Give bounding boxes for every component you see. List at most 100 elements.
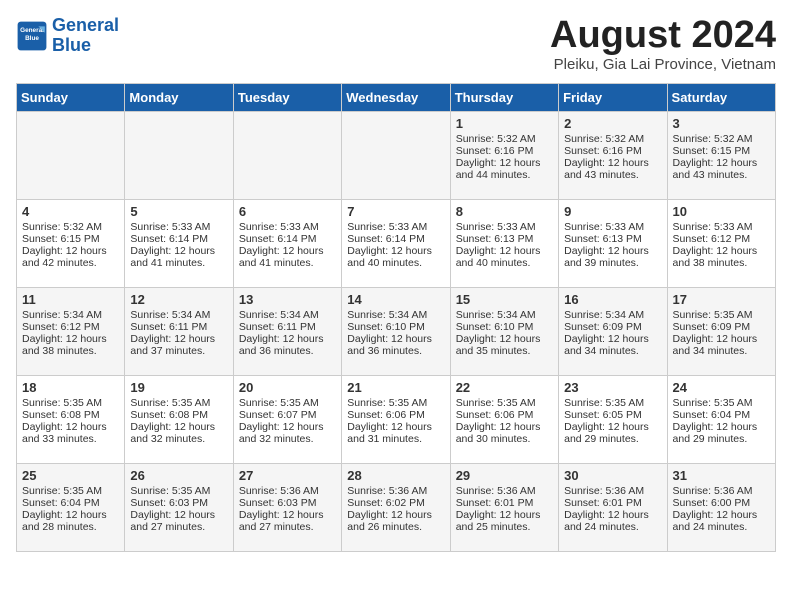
calendar-cell: 11Sunrise: 5:34 AMSunset: 6:12 PMDayligh… xyxy=(17,288,125,376)
sunset-text: Sunset: 6:14 PM xyxy=(347,233,444,245)
sunset-text: Sunset: 6:15 PM xyxy=(673,145,770,157)
weekday-header-wednesday: Wednesday xyxy=(342,84,450,112)
calendar-cell: 31Sunrise: 5:36 AMSunset: 6:00 PMDayligh… xyxy=(667,464,775,552)
daylight-text: Daylight: 12 hours and 24 minutes. xyxy=(564,509,661,533)
daylight-text: Daylight: 12 hours and 34 minutes. xyxy=(564,333,661,357)
calendar-cell xyxy=(125,112,233,200)
daylight-text: Daylight: 12 hours and 36 minutes. xyxy=(347,333,444,357)
daylight-text: Daylight: 12 hours and 32 minutes. xyxy=(239,421,336,445)
calendar-cell: 1Sunrise: 5:32 AMSunset: 6:16 PMDaylight… xyxy=(450,112,558,200)
sunset-text: Sunset: 6:06 PM xyxy=(347,409,444,421)
sunset-text: Sunset: 6:10 PM xyxy=(456,321,553,333)
sunrise-text: Sunrise: 5:35 AM xyxy=(673,397,770,409)
logo-text: General Blue xyxy=(52,16,119,56)
sunrise-text: Sunrise: 5:34 AM xyxy=(564,309,661,321)
sunrise-text: Sunrise: 5:35 AM xyxy=(22,485,119,497)
daylight-text: Daylight: 12 hours and 32 minutes. xyxy=(130,421,227,445)
sunrise-text: Sunrise: 5:33 AM xyxy=(564,221,661,233)
sunrise-text: Sunrise: 5:36 AM xyxy=(456,485,553,497)
sunrise-text: Sunrise: 5:34 AM xyxy=(239,309,336,321)
day-number: 21 xyxy=(347,380,444,395)
day-number: 5 xyxy=(130,204,227,219)
calendar-cell: 12Sunrise: 5:34 AMSunset: 6:11 PMDayligh… xyxy=(125,288,233,376)
sunset-text: Sunset: 6:04 PM xyxy=(673,409,770,421)
daylight-text: Daylight: 12 hours and 27 minutes. xyxy=(239,509,336,533)
sunrise-text: Sunrise: 5:35 AM xyxy=(564,397,661,409)
sunrise-text: Sunrise: 5:33 AM xyxy=(673,221,770,233)
day-number: 19 xyxy=(130,380,227,395)
sunset-text: Sunset: 6:13 PM xyxy=(456,233,553,245)
sunrise-text: Sunrise: 5:32 AM xyxy=(673,133,770,145)
sunrise-text: Sunrise: 5:36 AM xyxy=(564,485,661,497)
day-number: 26 xyxy=(130,468,227,483)
calendar-cell: 30Sunrise: 5:36 AMSunset: 6:01 PMDayligh… xyxy=(559,464,667,552)
weekday-header-saturday: Saturday xyxy=(667,84,775,112)
daylight-text: Daylight: 12 hours and 41 minutes. xyxy=(130,245,227,269)
daylight-text: Daylight: 12 hours and 29 minutes. xyxy=(564,421,661,445)
daylight-text: Daylight: 12 hours and 40 minutes. xyxy=(347,245,444,269)
sunrise-text: Sunrise: 5:34 AM xyxy=(456,309,553,321)
sunrise-text: Sunrise: 5:35 AM xyxy=(239,397,336,409)
logo-line2: Blue xyxy=(52,35,91,55)
daylight-text: Daylight: 12 hours and 24 minutes. xyxy=(673,509,770,533)
calendar-cell: 26 Sunrise: 5:35 AMSunset: 6:03 PMDayligh… xyxy=(125,464,233,552)
sunrise-text: Sunrise: 5:35 AM xyxy=(22,397,119,409)
day-number: 8 xyxy=(456,204,553,219)
sunset-text: Sunset: 6:02 PM xyxy=(347,497,444,509)
calendar-cell: 17Sunrise: 5:35 AMSunset: 6:09 PMDayligh… xyxy=(667,288,775,376)
day-number: 3 xyxy=(673,116,770,131)
calendar-cell xyxy=(17,112,125,200)
daylight-text: Daylight: 12 hours and 43 minutes. xyxy=(564,157,661,181)
sunset-text: Sunset: 6:05 PM xyxy=(564,409,661,421)
sunset-text: Sunset: 6:01 PM xyxy=(564,497,661,509)
sunset-text: Sunset: 6:11 PM xyxy=(130,321,227,333)
svg-text:Blue: Blue xyxy=(25,35,39,42)
sunset-text: Sunset: 6:12 PM xyxy=(22,321,119,333)
sunset-text: Sunset: 6:14 PM xyxy=(130,233,227,245)
sunrise-text: Sunrise: 5:36 AM xyxy=(347,485,444,497)
daylight-text: Daylight: 12 hours and 28 minutes. xyxy=(22,509,119,533)
page-header: General Blue General Blue August 2024 Pl… xyxy=(16,16,776,73)
day-number: 1 xyxy=(456,116,553,131)
sunset-text: Sunset: 6:13 PM xyxy=(564,233,661,245)
daylight-text: Daylight: 12 hours and 37 minutes. xyxy=(130,333,227,357)
sunrise-text: Sunrise: 5:33 AM xyxy=(456,221,553,233)
daylight-text: Daylight: 12 hours and 27 minutes. xyxy=(130,509,227,533)
day-number: 22 xyxy=(456,380,553,395)
calendar-week-row: 11Sunrise: 5:34 AMSunset: 6:12 PMDayligh… xyxy=(17,288,776,376)
sunrise-text: Sunrise: 5:34 AM xyxy=(347,309,444,321)
sunset-text: Sunset: 6:12 PM xyxy=(673,233,770,245)
daylight-text: Daylight: 12 hours and 25 minutes. xyxy=(456,509,553,533)
sunrise-text: Sunrise: 5:34 AM xyxy=(130,309,227,321)
sunset-text: Sunset: 6:06 PM xyxy=(456,409,553,421)
day-number: 18 xyxy=(22,380,119,395)
day-number: 13 xyxy=(239,292,336,307)
day-number: 10 xyxy=(673,204,770,219)
daylight-text: Daylight: 12 hours and 39 minutes. xyxy=(564,245,661,269)
sunrise-text: Sunrise: 5:33 AM xyxy=(347,221,444,233)
sunrise-text: Sunrise: 5:35 AM xyxy=(130,485,227,497)
daylight-text: Daylight: 12 hours and 42 minutes. xyxy=(22,245,119,269)
calendar-cell: 7Sunrise: 5:33 AMSunset: 6:14 PMDaylight… xyxy=(342,200,450,288)
weekday-header-friday: Friday xyxy=(559,84,667,112)
sunrise-text: Sunrise: 5:35 AM xyxy=(456,397,553,409)
daylight-text: Daylight: 12 hours and 43 minutes. xyxy=(673,157,770,181)
day-number: 20 xyxy=(239,380,336,395)
sunrise-text: Sunrise: 5:33 AM xyxy=(239,221,336,233)
daylight-text: Daylight: 12 hours and 44 minutes. xyxy=(456,157,553,181)
sunset-text: Sunset: 6:11 PM xyxy=(239,321,336,333)
calendar-week-row: 25Sunrise: 5:35 AMSunset: 6:04 PMDayligh… xyxy=(17,464,776,552)
sunrise-text: Sunrise: 5:32 AM xyxy=(22,221,119,233)
day-number: 31 xyxy=(673,468,770,483)
title-block: August 2024 Pleiku, Gia Lai Province, Vi… xyxy=(550,16,776,73)
day-number: 27 xyxy=(239,468,336,483)
sunrise-text: Sunrise: 5:32 AM xyxy=(564,133,661,145)
sunset-text: Sunset: 6:03 PM xyxy=(130,497,227,509)
daylight-text: Daylight: 12 hours and 30 minutes. xyxy=(456,421,553,445)
calendar-cell: 19Sunrise: 5:35 AMSunset: 6:08 PMDayligh… xyxy=(125,376,233,464)
calendar-cell: 16Sunrise: 5:34 AMSunset: 6:09 PMDayligh… xyxy=(559,288,667,376)
sunset-text: Sunset: 6:16 PM xyxy=(456,145,553,157)
daylight-text: Daylight: 12 hours and 29 minutes. xyxy=(673,421,770,445)
sunset-text: Sunset: 6:08 PM xyxy=(130,409,227,421)
daylight-text: Daylight: 12 hours and 38 minutes. xyxy=(22,333,119,357)
